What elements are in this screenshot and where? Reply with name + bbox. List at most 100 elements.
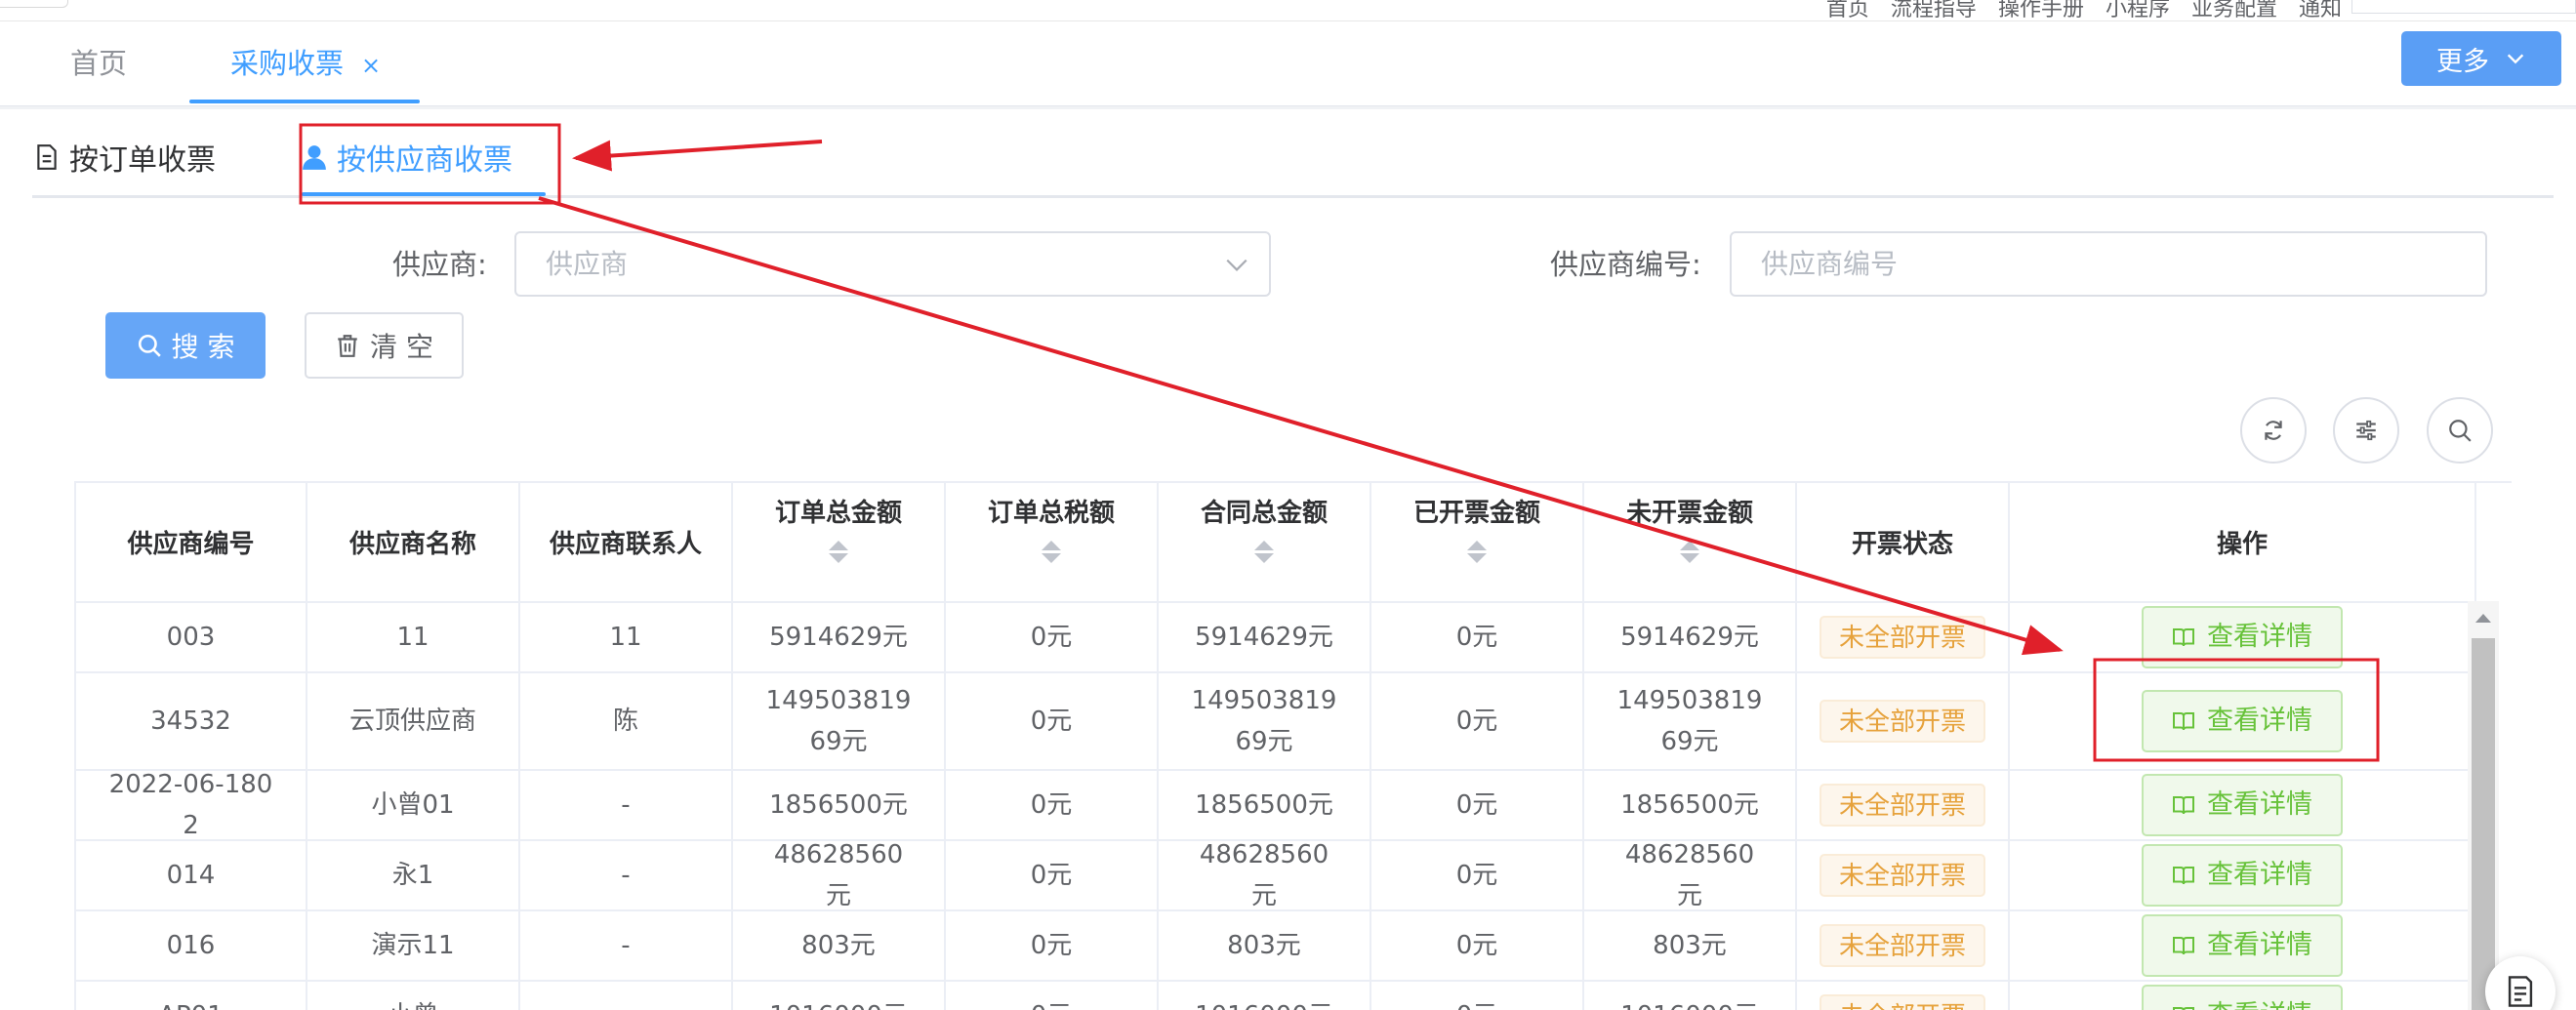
cell-contact: - bbox=[520, 982, 733, 1010]
cell-status: 未全部开票 bbox=[1797, 911, 2010, 980]
cell-order-tax: 0元 bbox=[946, 982, 1159, 1010]
view-details-label: 查看详情 bbox=[2207, 789, 2312, 820]
sort-icon[interactable] bbox=[1254, 541, 1274, 563]
header-supplier-name: 供应商名称 bbox=[307, 483, 520, 603]
cell-uninvoiced: 5914629元 bbox=[1584, 603, 1797, 671]
cell-order-total: 803元 bbox=[733, 911, 946, 980]
supplier-input[interactable] bbox=[514, 231, 1271, 297]
cell-supplier-code: AP01 bbox=[76, 982, 307, 1010]
supplier-code-input[interactable] bbox=[1730, 231, 2487, 297]
tab-close-icon[interactable]: × bbox=[361, 52, 381, 79]
tab-purchase-invoice-label: 采购收票 bbox=[230, 47, 345, 80]
view-details-label: 查看详情 bbox=[2207, 622, 2312, 652]
cell-status: 未全部开票 bbox=[1797, 982, 2010, 1010]
refresh-button[interactable] bbox=[2240, 397, 2307, 464]
cell-uninvoiced: 48628560元 bbox=[1584, 840, 1797, 910]
tab-active-indicator bbox=[189, 100, 420, 103]
table-body: 003 11 11 5914629元 0元 5914629元 0元 5914629元 未全部开票… bbox=[76, 603, 2476, 1010]
topnav-notification[interactable]: 通知 bbox=[2299, 0, 2342, 20]
sort-icon[interactable] bbox=[1467, 541, 1487, 563]
cell-contract-total: 14950381969元 bbox=[1159, 673, 1371, 769]
header-order-total[interactable]: 订单总金额 bbox=[733, 483, 946, 603]
cell-uninvoiced: 1016000元 bbox=[1584, 982, 1797, 1010]
subtab-by-supplier-label: 按供应商收票 bbox=[337, 143, 512, 178]
more-button[interactable]: 更多 bbox=[2401, 31, 2561, 86]
tab-home[interactable]: 首页 bbox=[70, 41, 127, 82]
status-badge: 未全部开票 bbox=[1819, 854, 1985, 897]
table-scrollbar[interactable] bbox=[2468, 601, 2499, 1010]
topnav-manual[interactable]: 操作手册 bbox=[1998, 0, 2084, 20]
cell-contract-total: 1856500元 bbox=[1159, 771, 1371, 839]
cell-contract-total: 5914629元 bbox=[1159, 603, 1371, 671]
cell-order-tax: 0元 bbox=[946, 841, 1159, 909]
header-uninvoiced[interactable]: 未开票金额 bbox=[1584, 483, 1797, 603]
view-details-button[interactable]: 查看详情 bbox=[2142, 606, 2343, 668]
cell-order-total: 5914629元 bbox=[733, 603, 946, 671]
topnav-mini-program[interactable]: 小程序 bbox=[2106, 0, 2170, 20]
tab-purchase-invoice[interactable]: 采购收票 × bbox=[230, 41, 381, 82]
supplier-select[interactable] bbox=[514, 231, 1271, 297]
header-contract-total[interactable]: 合同总金额 bbox=[1159, 483, 1371, 603]
cell-invoiced: 0元 bbox=[1371, 982, 1584, 1010]
cell-supplier-name: 小曾01 bbox=[307, 771, 520, 839]
subtab-active-indicator bbox=[302, 192, 546, 196]
scroll-up-arrow-icon[interactable] bbox=[2475, 614, 2491, 623]
status-badge: 未全部开票 bbox=[1819, 924, 1985, 967]
cell-invoiced: 0元 bbox=[1371, 911, 1584, 980]
clear-button[interactable]: 清 空 bbox=[305, 312, 464, 379]
view-details-button[interactable]: 查看详情 bbox=[2142, 985, 2343, 1010]
cell-order-tax: 0元 bbox=[946, 771, 1159, 839]
cell-invoiced: 0元 bbox=[1371, 771, 1584, 839]
table-row: 014 永1-48628560元 0元 48628560元 0元 48628560元 未全部… bbox=[76, 840, 2476, 911]
status-badge: 未全部开票 bbox=[1819, 700, 1985, 743]
user-box[interactable] bbox=[2351, 0, 2576, 14]
cell-actions: 查看详情 bbox=[2010, 911, 2476, 980]
subtab-by-supplier[interactable]: 按供应商收票 bbox=[302, 136, 512, 179]
supplier-code-label: 供应商编号: bbox=[1550, 248, 1701, 281]
header-invoiced[interactable]: 已开票金额 bbox=[1371, 483, 1584, 603]
scrollbar-thumb[interactable] bbox=[2472, 638, 2495, 1010]
table-header: 供应商编号 供应商名称 供应商联系人 订单总金额 订单总税额 合同总金额 已开票… bbox=[76, 483, 2476, 603]
topnav-home[interactable]: 首页 bbox=[1826, 0, 1869, 20]
document-icon bbox=[37, 144, 57, 170]
cell-uninvoiced: 14950381969元 bbox=[1584, 673, 1797, 769]
cell-supplier-name: 永1 bbox=[307, 841, 520, 909]
header-order-tax[interactable]: 订单总税额 bbox=[946, 483, 1159, 603]
search-button[interactable]: 搜 索 bbox=[105, 312, 266, 379]
subtab-by-order[interactable]: 按订单收票 bbox=[34, 136, 216, 179]
header-uninvoiced-label: 未开票金额 bbox=[1625, 499, 1753, 528]
cell-uninvoiced: 803元 bbox=[1584, 911, 1797, 980]
book-open-icon bbox=[2173, 937, 2194, 955]
cell-order-total: 1016000元 bbox=[733, 982, 946, 1010]
cell-contract-total: 1016000元 bbox=[1159, 982, 1371, 1010]
search-button-label: 搜 索 bbox=[171, 331, 235, 363]
view-details-button[interactable]: 查看详情 bbox=[2142, 690, 2343, 752]
topnav-process-guide[interactable]: 流程指导 bbox=[1891, 0, 1977, 20]
header-actions: 操作 bbox=[2010, 483, 2476, 603]
header-invoice-status: 开票状态 bbox=[1797, 483, 2010, 603]
top-header-strip: 首页 流程指导 操作手册 小程序 业务配置 通知 bbox=[0, 0, 2576, 21]
status-badge: 未全部开票 bbox=[1819, 784, 1985, 827]
view-details-button[interactable]: 查看详情 bbox=[2142, 844, 2343, 907]
view-details-button[interactable]: 查看详情 bbox=[2142, 914, 2343, 977]
cell-contact: - bbox=[520, 771, 733, 839]
sort-icon[interactable] bbox=[829, 541, 848, 563]
chevron-down-icon bbox=[2507, 54, 2524, 64]
refresh-icon bbox=[2265, 421, 2282, 440]
column-settings-button[interactable] bbox=[2333, 397, 2399, 464]
sort-icon[interactable] bbox=[1042, 541, 1061, 563]
cell-supplier-code: 016 bbox=[76, 911, 307, 980]
table-row: AP01小曾-1016000元0元1016000元0元1016000元未全部开票… bbox=[76, 982, 2476, 1010]
top-nav: 首页 流程指导 操作手册 小程序 业务配置 通知 bbox=[1826, 0, 2342, 20]
document-list-icon bbox=[2508, 976, 2533, 1007]
table-row: 2022-06-1802 小曾01-1856500元 0元 1856500元 0元 185… bbox=[76, 770, 2476, 841]
sort-icon[interactable] bbox=[1680, 541, 1699, 563]
cell-supplier-code: 003 bbox=[76, 603, 307, 671]
toggle-search-button[interactable] bbox=[2427, 397, 2493, 464]
topnav-business-config[interactable]: 业务配置 bbox=[2191, 0, 2277, 20]
view-details-button[interactable]: 查看详情 bbox=[2142, 774, 2343, 836]
header-supplier-code: 供应商编号 bbox=[76, 483, 307, 603]
supplier-table: 供应商编号 供应商名称 供应商联系人 订单总金额 订单总税额 合同总金额 已开票… bbox=[74, 481, 2512, 1010]
sliders-icon bbox=[2356, 420, 2376, 441]
book-open-icon bbox=[2173, 1007, 2194, 1010]
